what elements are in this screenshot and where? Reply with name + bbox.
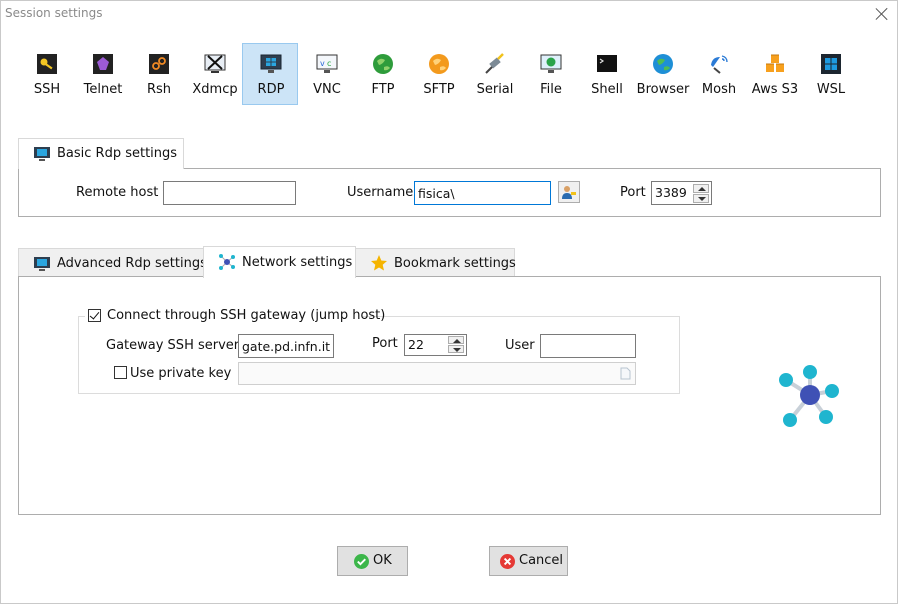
network-settings-panel: Connect through SSH gateway (jump host) … — [18, 276, 881, 515]
user-credentials-icon — [562, 186, 576, 199]
tab-network-settings[interactable]: Network settings — [203, 246, 356, 278]
tab-label: Bookmark settings — [394, 256, 516, 271]
aws-s3-icon — [766, 54, 784, 72]
network-illustration-icon — [779, 365, 839, 427]
rdp-monitor-icon — [34, 257, 50, 271]
tab-label: Basic Rdp settings — [57, 146, 178, 161]
close-icon[interactable] — [874, 6, 890, 22]
svg-text:v: v — [320, 59, 325, 68]
file-icon — [540, 54, 562, 73]
gateway-port-stepper[interactable]: 22 — [404, 334, 467, 356]
tab-label: Advanced Rdp settings — [57, 256, 207, 271]
ssh-gateway-group-header: Connect through SSH gateway (jump host) — [85, 306, 385, 326]
gateway-port-decrement-button[interactable] — [448, 345, 464, 353]
tab-advanced-rdp-settings[interactable]: Advanced Rdp settings — [18, 248, 207, 277]
ftp-globe-icon — [373, 54, 393, 74]
star-icon — [371, 255, 387, 271]
cancel-x-icon — [500, 554, 515, 569]
wsl-windows-icon — [821, 54, 841, 74]
port-value: 3389 — [655, 185, 687, 200]
port-stepper[interactable]: 3389 — [651, 181, 712, 205]
ok-button-label: OK — [373, 553, 392, 568]
remote-host-label: Remote host * — [76, 185, 169, 200]
gateway-server-label: Gateway SSH server — [106, 338, 240, 353]
rdp-monitor-icon — [34, 147, 50, 161]
rdp-monitor-icon — [260, 54, 282, 73]
session-type-label: WSL — [816, 82, 846, 97]
remote-host-input[interactable] — [163, 181, 296, 205]
port-decrement-button[interactable] — [693, 194, 709, 203]
gateway-port-increment-button[interactable] — [448, 336, 464, 344]
tab-bookmark-settings[interactable]: Bookmark settings — [355, 248, 516, 277]
private-key-label: Use private key — [130, 366, 232, 381]
svg-text:c: c — [327, 59, 331, 68]
private-key-path-input[interactable] — [238, 362, 636, 385]
check-icon — [354, 554, 369, 569]
tab-basic-rdp-settings[interactable]: Basic Rdp settings — [18, 138, 184, 169]
gateway-port-value: 22 — [408, 337, 424, 352]
port-spinner[interactable] — [693, 184, 709, 204]
shell-terminal-icon — [597, 55, 617, 72]
ok-button[interactable]: OK — [337, 546, 408, 576]
network-icon — [219, 254, 235, 270]
cancel-button[interactable]: Cancel — [489, 546, 568, 576]
xdmcp-icon — [204, 54, 226, 73]
session-settings-dialog: Session settings SSH Telnet Rsh Xdmcp RD… — [0, 0, 898, 604]
ssh-gateway-label: Connect through SSH gateway (jump host) — [107, 308, 386, 323]
port-label: Port — [620, 185, 646, 200]
private-key-checkbox[interactable] — [114, 366, 127, 379]
telnet-icon — [93, 54, 113, 74]
username-input[interactable] — [414, 181, 551, 205]
browser-globe-icon — [653, 54, 673, 74]
gateway-port-label: Port — [372, 336, 398, 351]
user-credentials-button[interactable] — [558, 181, 580, 203]
ssh-gateway-checkbox[interactable] — [88, 309, 101, 322]
mosh-satellite-icon — [711, 55, 728, 74]
cancel-button-label: Cancel — [519, 553, 564, 568]
session-type-wsl[interactable]: WSL — [802, 43, 858, 105]
vnc-icon: v c — [316, 54, 338, 73]
serial-plug-icon — [485, 53, 504, 74]
sftp-globe-icon — [429, 54, 449, 74]
port-increment-button[interactable] — [693, 184, 709, 193]
file-browse-icon[interactable] — [620, 367, 631, 380]
basic-settings-panel: Remote host * Username Port 3389 — [18, 168, 881, 217]
gateway-user-input[interactable] — [540, 334, 636, 358]
gateway-server-input[interactable] — [238, 334, 334, 358]
gateway-port-spinner[interactable] — [448, 336, 464, 354]
username-label: Username — [347, 185, 414, 200]
ssh-key-icon — [37, 54, 57, 74]
window-title: Session settings — [5, 6, 103, 20]
title-bar: Session settings — [1, 1, 898, 29]
rsh-icon — [149, 54, 169, 74]
gateway-user-label: User — [505, 338, 535, 353]
tab-label: Network settings — [242, 255, 353, 270]
